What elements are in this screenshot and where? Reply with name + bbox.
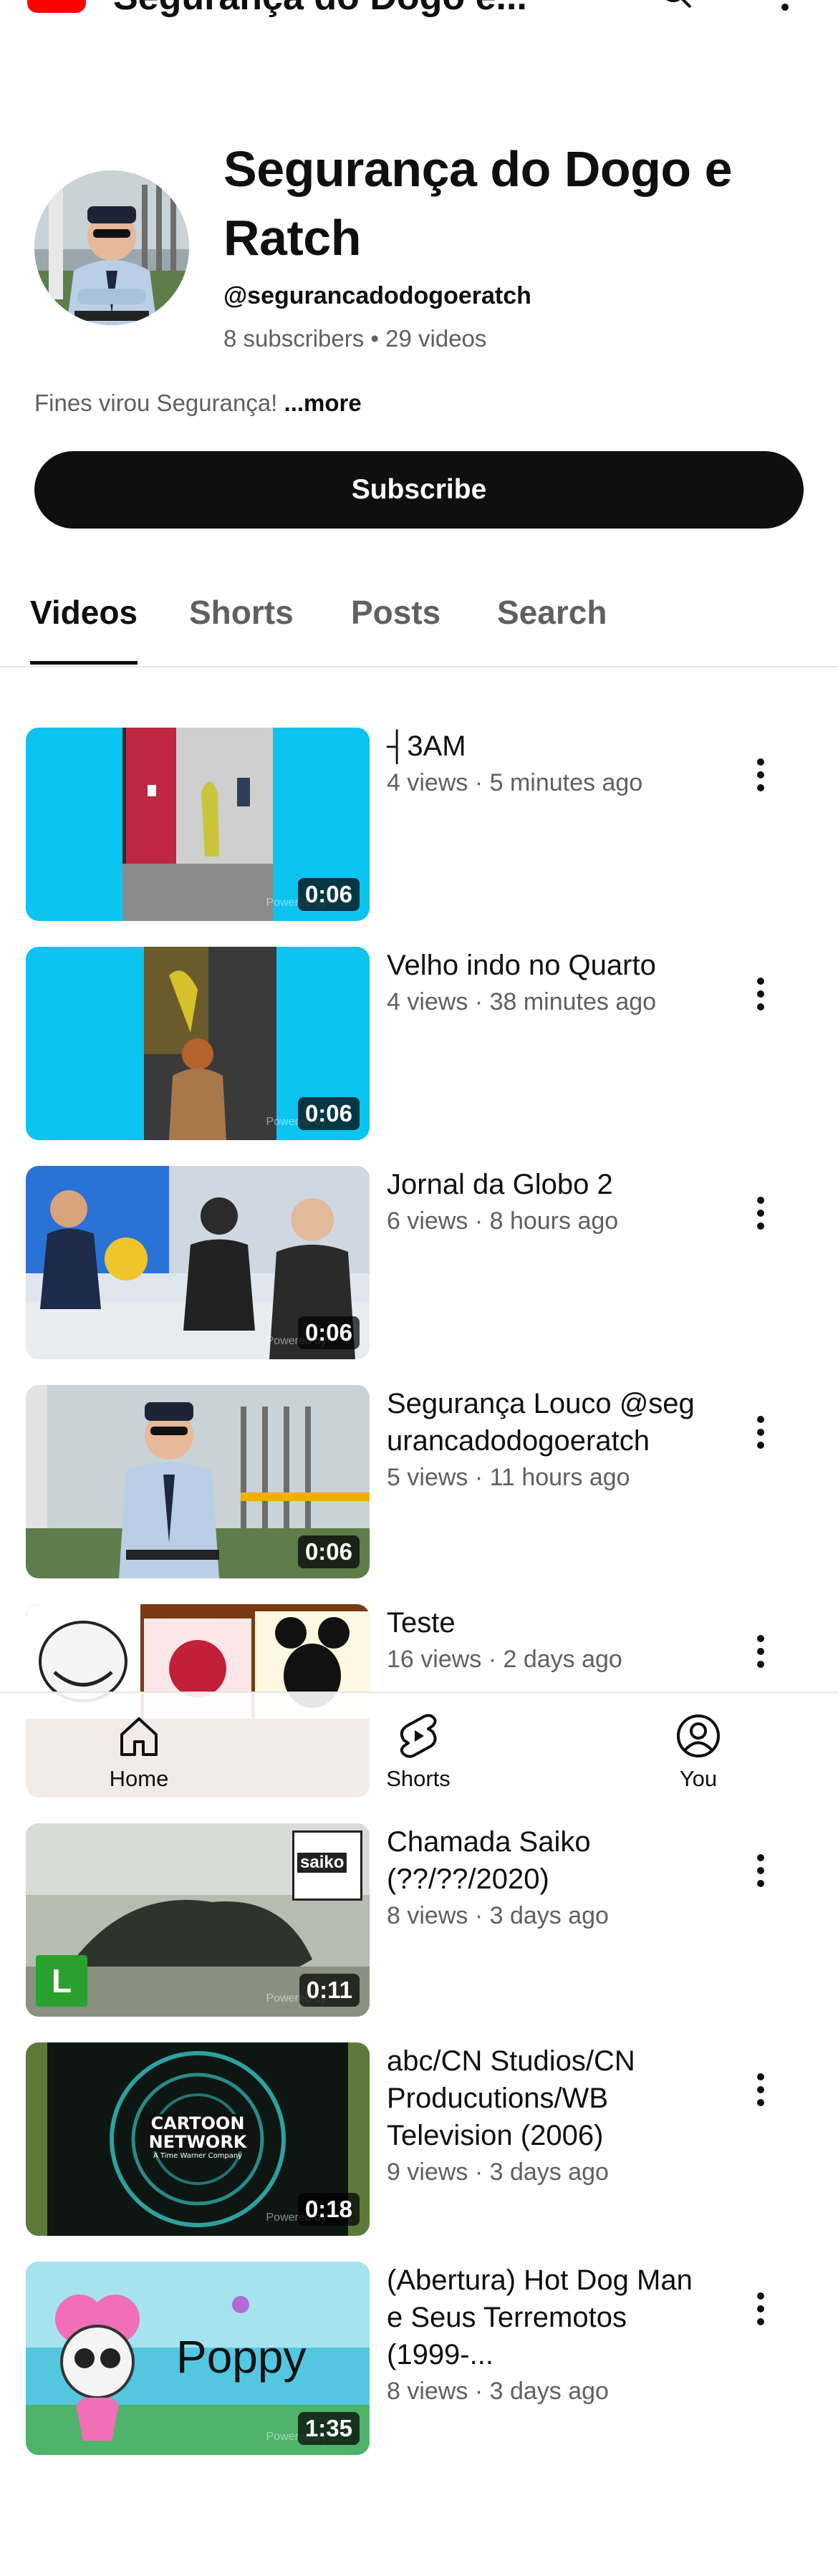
channel-tabs: Videos Shorts Posts Search — [0, 580, 838, 667]
duration-badge: 0:18 — [297, 2193, 360, 2226]
more-options-icon[interactable] — [746, 2068, 775, 2111]
more-options-icon[interactable] — [746, 1192, 775, 1235]
home-icon — [120, 1717, 158, 1756]
video-item[interactable]: Poppy Powered by 1:35 (Abertura) Hot Dog… — [0, 2262, 838, 2455]
top-bar: Segurança do Dogo e... — [0, 0, 838, 21]
video-thumbnail[interactable]: Powered by 0:06 — [26, 947, 370, 1140]
poppy-title: Poppy — [176, 2331, 307, 2383]
video-item[interactable]: Powered by 0:06 ┤3AM 4 views · 5 minutes… — [0, 728, 838, 921]
video-item[interactable]: Powered by 0:06 Jornal da Globo 2 6 view… — [0, 1166, 838, 1359]
video-item[interactable]: Powered by 0:06 Velho indo no Quarto 4 v… — [0, 947, 838, 1140]
duration-badge: 0:06 — [297, 1316, 360, 1349]
video-thumbnail[interactable]: CARTOON NETWORK A Time Warner Company Po… — [26, 2042, 370, 2236]
video-title: abc/CN Studios/CN Producutions/WB Televi… — [387, 2045, 635, 2151]
nav-label: You — [679, 1766, 718, 1791]
video-title: ┤3AM — [387, 730, 466, 762]
video-item[interactable]: CARTOON NETWORK A Time Warner Company Po… — [0, 2042, 838, 2236]
more-options-icon[interactable] — [746, 753, 775, 796]
more-options-icon[interactable] — [746, 1849, 775, 1892]
description-text: Fines virou Segurança! — [34, 390, 278, 416]
video-meta: 16 views · 2 days ago — [387, 1646, 622, 1673]
video-thumbnail[interactable]: 0:06 — [26, 1385, 370, 1578]
more-options-icon[interactable] — [746, 2287, 775, 2330]
saiko-text: saiko — [297, 1853, 347, 1873]
video-title: Segurança Louco @segurancadodogoeratch — [387, 1388, 695, 1457]
more-options-icon[interactable] — [746, 973, 775, 1016]
video-thumbnail[interactable]: Powered by 0:06 — [26, 1166, 370, 1359]
duration-badge: 0:06 — [297, 1097, 360, 1130]
video-title: (Abertura) Hot Dog Man e Seus Terremotos… — [387, 2264, 693, 2370]
duration-badge: 0:06 — [297, 878, 360, 911]
channel-avatar[interactable] — [34, 170, 189, 325]
cn-logo-bottom: NETWORK — [140, 2133, 255, 2151]
nav-shorts[interactable]: Shorts — [332, 1693, 504, 1812]
tab-search[interactable]: Search — [497, 580, 607, 665]
duration-badge: 0:11 — [299, 1974, 360, 2007]
shorts-icon — [400, 1714, 437, 1758]
cn-logo-top: CARTOON — [140, 2114, 255, 2133]
video-thumbnail[interactable]: Poppy Powered by 1:35 — [26, 2262, 370, 2455]
youtube-logo-icon[interactable] — [27, 0, 86, 13]
more-link[interactable]: ...more — [284, 390, 362, 416]
tab-videos[interactable]: Videos — [30, 580, 138, 665]
nav-label: Home — [109, 1766, 169, 1791]
cn-logo: CARTOON NETWORK A Time Warner Company — [140, 2114, 255, 2161]
video-meta: 5 views · 11 hours ago — [387, 1464, 630, 1491]
you-icon — [677, 1714, 720, 1757]
channel-stats: 8 subscribers • 29 videos — [223, 325, 487, 352]
video-meta: 8 views · 3 days ago — [387, 1902, 609, 1929]
search-icon[interactable] — [659, 0, 692, 9]
video-meta: 6 views · 8 hours ago — [387, 1207, 619, 1235]
video-meta: 4 views · 38 minutes ago — [387, 988, 657, 1016]
tab-label: Videos — [30, 594, 138, 631]
duration-badge: 0:06 — [297, 1535, 360, 1568]
nav-label: Shorts — [386, 1766, 451, 1791]
video-info[interactable]: Jornal da Globo 2 6 views · 8 hours ago — [387, 1166, 702, 1239]
video-info[interactable]: abc/CN Studios/CN Producutions/WB Televi… — [387, 2042, 702, 2190]
more-options-icon[interactable] — [746, 1630, 775, 1673]
nav-home[interactable]: Home — [53, 1693, 225, 1812]
video-title: Teste — [387, 1607, 456, 1639]
video-item[interactable]: 0:06 Segurança Louco @segurancadodogoera… — [0, 1385, 838, 1578]
more-icon[interactable] — [778, 0, 792, 13]
more-options-icon[interactable] — [746, 1411, 775, 1454]
tab-shorts[interactable]: Shorts — [189, 580, 294, 665]
active-tab-indicator — [30, 661, 138, 665]
video-meta: 9 views · 3 days ago — [387, 2158, 609, 2186]
tab-label: Search — [497, 594, 607, 631]
bottom-navigation: Home Shorts You — [0, 1692, 838, 1812]
video-meta: 8 views · 3 days ago — [387, 2378, 609, 2405]
video-item[interactable]: saiko L Powered by 0:11 Chamada Saiko (?… — [0, 1823, 838, 2017]
header-title: Segurança do Dogo e... — [113, 0, 527, 19]
channel-name: Segurança do Dogo e Ratch — [223, 141, 733, 266]
tab-label: Shorts — [189, 594, 294, 631]
video-meta: 4 views · 5 minutes ago — [387, 769, 643, 796]
video-thumbnail[interactable]: Powered by 0:06 — [26, 728, 370, 921]
tab-posts[interactable]: Posts — [351, 580, 440, 665]
duration-badge: 1:35 — [297, 2412, 360, 2445]
video-info[interactable]: Chamada Saiko (??/??/2020) 8 views · 3 d… — [387, 1823, 702, 1934]
video-title: Velho indo no Quarto — [387, 950, 656, 981]
channel-handle: @segurancadodogoeratch — [223, 282, 531, 309]
channel-description[interactable]: Fines virou Segurança! ...more — [34, 390, 362, 417]
video-info[interactable]: ┤3AM 4 views · 5 minutes ago — [387, 728, 702, 801]
nav-you[interactable]: You — [612, 1693, 784, 1812]
video-title: Chamada Saiko (??/??/2020) — [387, 1826, 591, 1895]
video-thumbnail[interactable]: saiko L Powered by 0:11 — [26, 1823, 370, 2017]
video-info[interactable]: Segurança Louco @segurancadodogoeratch 5… — [387, 1385, 702, 1495]
tab-label: Posts — [351, 594, 441, 631]
video-info[interactable]: Velho indo no Quarto 4 views · 38 minute… — [387, 947, 702, 1020]
video-title: Jornal da Globo 2 — [387, 1169, 613, 1200]
video-info[interactable]: (Abertura) Hot Dog Man e Seus Terremotos… — [387, 2262, 702, 2409]
video-info[interactable]: Teste 16 views · 2 days ago — [387, 1604, 702, 1677]
cn-logo-sub: A Time Warner Company — [153, 2152, 243, 2160]
rating-letter: L — [51, 1962, 72, 1999]
subscribe-button[interactable]: Subscribe — [34, 451, 804, 529]
saiko-logo: saiko — [292, 1830, 362, 1901]
avatar-image — [34, 170, 189, 325]
rating-badge: L — [36, 1955, 87, 2007]
